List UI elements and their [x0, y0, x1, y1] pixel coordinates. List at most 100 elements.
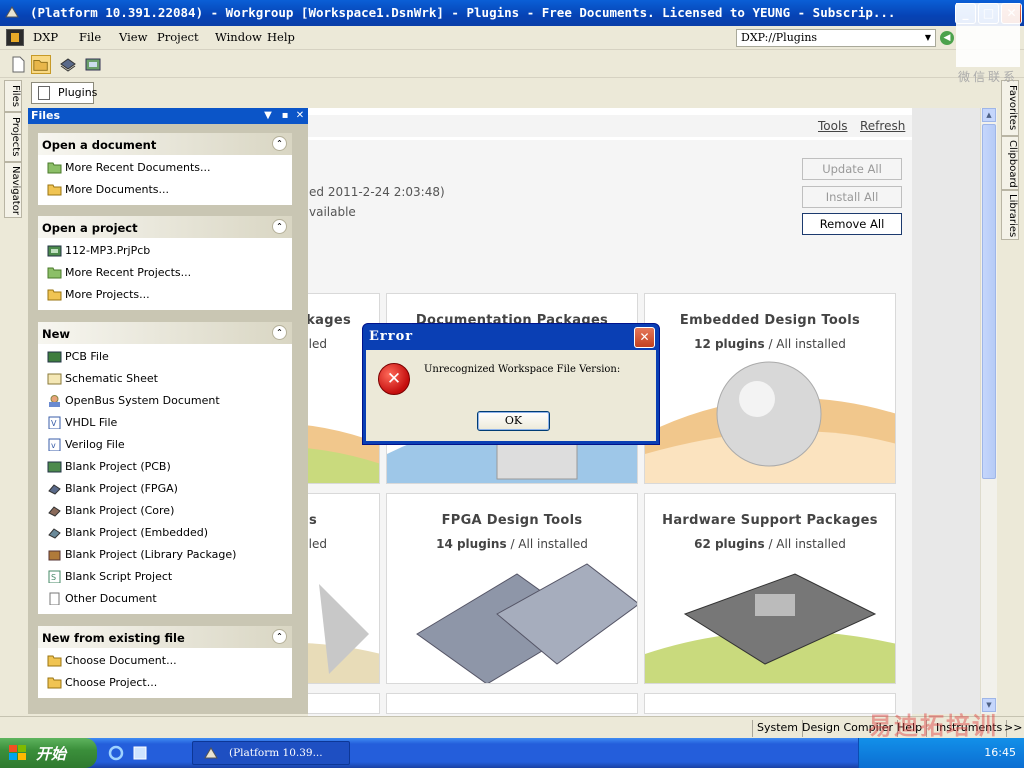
dock-tab-libraries[interactable]: Libraries [1001, 190, 1019, 240]
quicklaunch-icon[interactable] [132, 745, 148, 761]
list-item[interactable]: OpenBus System Document [38, 390, 292, 412]
item-label: More Recent Documents... [65, 161, 211, 174]
menu-view[interactable]: View [119, 30, 147, 44]
dialog-close-button[interactable]: ✕ [634, 327, 655, 348]
list-item[interactable]: Blank Project (Embedded) [38, 522, 292, 544]
collapse-icon[interactable]: ⌃ [272, 219, 287, 234]
tile-subtitle: 12 plugins / All installed [645, 337, 895, 351]
install-all-button[interactable]: Install All [802, 186, 902, 208]
section-header[interactable]: Open a document ⌃ [38, 133, 292, 155]
section-open-document: Open a document ⌃ More Recent Documents..… [38, 133, 292, 205]
item-label: Schematic Sheet [65, 372, 158, 385]
start-button[interactable]: 开始 [0, 738, 97, 768]
scroll-thumb[interactable] [982, 124, 996, 479]
tile-row3-b[interactable] [386, 693, 638, 714]
back-arrow-icon[interactable]: ◀ [940, 31, 954, 45]
dock-tab-projects[interactable]: Projects [4, 112, 22, 162]
dock-tab-favorites[interactable]: Favorites [1001, 80, 1019, 136]
scroll-up-arrow-icon[interactable]: ▲ [982, 108, 996, 122]
list-item[interactable]: 112-MP3.PrjPcb [38, 240, 292, 262]
qr-label: 微信联系 [957, 70, 1018, 84]
svg-text:V: V [51, 419, 57, 428]
list-item[interactable]: PCB File [38, 346, 292, 368]
menu-dxp[interactable]: DXP [33, 30, 58, 44]
update-all-button[interactable]: Update All [802, 158, 902, 180]
status-more-icon[interactable]: >> [1000, 720, 1024, 737]
tile-embedded-design-tools[interactable]: Embedded Design Tools 12 plugins / All i… [644, 293, 896, 484]
error-icon: ✕ [378, 363, 410, 395]
collapse-icon[interactable]: ⌃ [272, 136, 287, 151]
section-header[interactable]: New from existing file ⌃ [38, 626, 292, 648]
address-field[interactable]: DXP://Plugins [736, 29, 936, 47]
pcb-file-icon [47, 351, 62, 363]
collapse-icon[interactable]: ⌃ [272, 325, 287, 340]
menu-project[interactable]: Project [157, 30, 199, 44]
status-system[interactable]: System [752, 720, 804, 737]
list-item[interactable]: More Recent Projects... [38, 262, 292, 284]
item-label: Blank Project (PCB) [65, 460, 171, 473]
list-item[interactable]: V VHDL File [38, 412, 292, 434]
ok-button[interactable]: OK [477, 411, 550, 431]
item-label: Other Document [65, 592, 157, 605]
list-item[interactable]: Choose Document... [38, 650, 292, 672]
list-item[interactable]: Other Document [38, 588, 292, 610]
other-document-icon [49, 592, 60, 605]
menu-window[interactable]: Window [215, 30, 262, 44]
menu-file[interactable]: File [79, 30, 101, 44]
tile-title: FPGA Design Tools [441, 513, 583, 528]
dock-tab-navigator[interactable]: Navigator [4, 162, 22, 218]
list-item[interactable]: Blank Project (PCB) [38, 456, 292, 478]
section-title: New from existing file [42, 631, 185, 645]
tab-plugins[interactable]: Plugins [31, 82, 97, 104]
collapse-icon[interactable]: ⌃ [272, 629, 287, 644]
open-folder-icon [47, 655, 62, 667]
taskbar-item-platform[interactable]: (Platform 10.39... [192, 741, 350, 765]
new-document-icon[interactable] [8, 55, 28, 74]
tile-row3-c[interactable] [644, 693, 896, 714]
list-item[interactable]: Choose Project... [38, 672, 292, 694]
list-item[interactable]: More Recent Documents... [38, 157, 292, 179]
panel-close-icon[interactable]: ✕ [294, 109, 306, 122]
vertical-scrollbar[interactable]: ▲ ▼ [980, 108, 997, 714]
open-folder-icon[interactable] [31, 55, 51, 74]
qr-code-image [956, 3, 1020, 67]
open-project-icon[interactable] [58, 55, 78, 74]
taskbar-item-label: (Platform 10.39... [229, 747, 323, 759]
item-label: PCB File [65, 350, 109, 363]
tray-clock[interactable]: 16:45 [984, 746, 1016, 759]
fpga-project-icon [48, 484, 61, 495]
panel-menu-icon[interactable]: ▼ [262, 109, 274, 122]
dock-tab-files[interactable]: Files [4, 80, 22, 112]
tools-link[interactable]: Tools [818, 119, 848, 133]
address-dropdown-icon[interactable]: ▼ [922, 30, 934, 46]
dxp-logo-icon[interactable] [6, 29, 24, 46]
content-margin [912, 108, 980, 714]
refresh-link[interactable]: Refresh [860, 119, 905, 133]
embedded-project-icon [48, 528, 61, 539]
list-item[interactable]: Blank Project (Library Package) [38, 544, 292, 566]
menu-help[interactable]: Help [267, 30, 295, 44]
list-item[interactable]: Blank Project (FPGA) [38, 478, 292, 500]
list-item[interactable]: More Documents... [38, 179, 292, 201]
ie-icon[interactable] [108, 745, 124, 761]
watermark-text: 易迪拓培训 [868, 712, 998, 740]
dock-tab-clipboard[interactable]: Clipboard [1001, 136, 1019, 190]
list-item[interactable]: S Blank Script Project [38, 566, 292, 588]
section-header[interactable]: Open a project ⌃ [38, 216, 292, 238]
item-label: More Recent Projects... [65, 266, 192, 279]
panel-pin-icon[interactable]: ▪ [279, 109, 291, 122]
tile-fpga-design-tools[interactable]: FPGA Design Tools 14 plugins / All insta… [386, 493, 638, 684]
tile-hardware-support-packages[interactable]: Hardware Support Packages 62 plugins / A… [644, 493, 896, 684]
list-item[interactable]: More Projects... [38, 284, 292, 306]
remove-all-button[interactable]: Remove All [802, 213, 902, 235]
list-item[interactable]: v Verilog File [38, 434, 292, 456]
list-item[interactable]: Schematic Sheet [38, 368, 292, 390]
list-item[interactable]: Blank Project (Core) [38, 500, 292, 522]
tile-art-chips [416, 563, 637, 683]
title-bar[interactable]: (Platform 10.391.22084) - Workgroup [Wor… [0, 0, 1024, 26]
item-label: Blank Script Project [65, 570, 173, 583]
device-view-icon[interactable] [83, 55, 103, 74]
app-icon [5, 6, 19, 18]
section-header[interactable]: New ⌃ [38, 322, 292, 344]
document-icon [38, 86, 50, 100]
